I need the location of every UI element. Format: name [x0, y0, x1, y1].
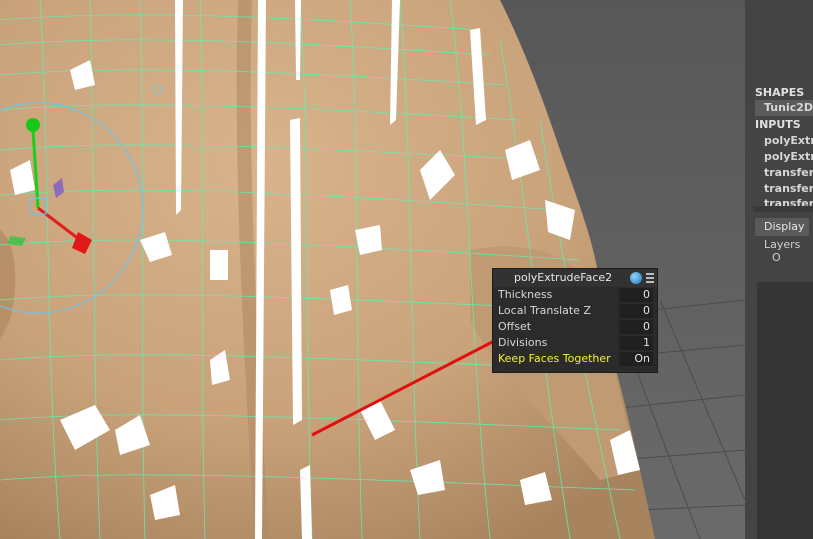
- keep-faces-together-toggle[interactable]: On: [619, 352, 653, 366]
- layers-label[interactable]: Layers: [764, 238, 800, 251]
- attr-row-keep-faces-together[interactable]: Keep Faces Together On: [496, 351, 656, 367]
- attr-row-divisions[interactable]: Divisions 1: [496, 335, 656, 351]
- attr-row-offset[interactable]: Offset 0: [496, 319, 656, 335]
- in-view-editor-title-bar[interactable]: polyExtrudeFace2: [493, 269, 657, 287]
- attr-label: Thickness: [498, 288, 553, 301]
- channel-box-header: [753, 0, 813, 78]
- inputs-header: INPUTS: [755, 118, 801, 131]
- input-item[interactable]: transferA: [764, 166, 813, 179]
- node-title: polyExtrudeFace2: [514, 271, 613, 284]
- shapes-header: SHAPES: [755, 86, 805, 99]
- input-item[interactable]: polyExtru: [764, 150, 813, 163]
- tab-display[interactable]: Display: [755, 218, 809, 236]
- input-item[interactable]: polyExtru: [764, 134, 813, 147]
- layers-menu[interactable]: Layers O: [764, 238, 813, 264]
- layers-options-menu[interactable]: O: [772, 251, 781, 264]
- shape-item[interactable]: Tunic2DZ: [764, 101, 813, 114]
- divisions-field[interactable]: 1: [619, 336, 653, 350]
- attr-label: Local Translate Z: [498, 304, 591, 317]
- globe-icon[interactable]: [630, 272, 642, 284]
- thickness-field[interactable]: 0: [619, 288, 653, 302]
- attr-label: Divisions: [498, 336, 548, 349]
- attr-label-highlighted: Keep Faces Together: [498, 352, 611, 365]
- menu-icon[interactable]: [646, 273, 654, 283]
- channel-box-panel: SHAPES Tunic2DZ INPUTS polyExtru polyExt…: [753, 0, 813, 539]
- attr-row-local-translate-z[interactable]: Local Translate Z 0: [496, 303, 656, 319]
- attr-label: Offset: [498, 320, 532, 333]
- layer-list: [757, 282, 813, 539]
- input-item[interactable]: transferA: [764, 182, 813, 195]
- in-view-editor: polyExtrudeFace2 Thickness 0 Local Trans…: [492, 268, 658, 373]
- offset-field[interactable]: 0: [619, 320, 653, 334]
- local-translate-z-field[interactable]: 0: [619, 304, 653, 318]
- panel-divider[interactable]: [745, 0, 753, 539]
- attr-row-thickness[interactable]: Thickness 0: [496, 287, 656, 303]
- input-item[interactable]: transferA: [764, 197, 813, 206]
